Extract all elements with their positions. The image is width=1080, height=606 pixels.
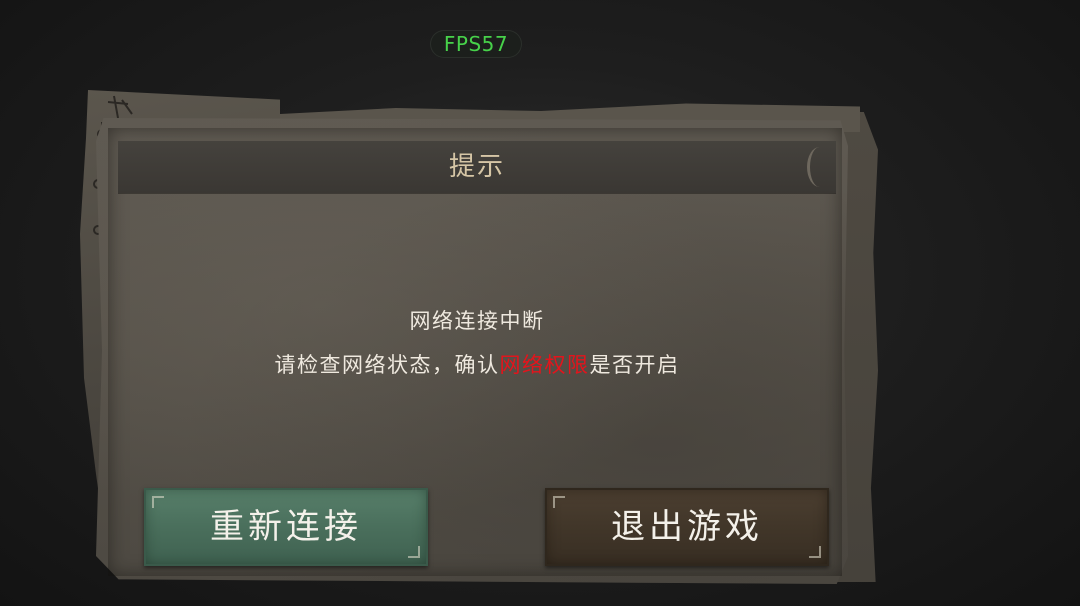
dialog-title: 提示 (448, 152, 505, 182)
message-line2-prefix: 请检查网络状态，确认 (274, 353, 500, 377)
reconnect-button[interactable]: 重新连接 (144, 488, 428, 566)
network-permission-highlight: 网络权限 (499, 353, 590, 377)
scroll-ornament-icon (807, 147, 832, 187)
reconnect-button-label: 重新连接 (210, 507, 362, 547)
fps-counter: FPS57 (430, 30, 522, 58)
message-line2-suffix: 是否开启 (589, 353, 680, 377)
message-network-disconnected: 网络连接中断 (409, 309, 545, 333)
button-corner-decoration (408, 546, 420, 558)
button-corner-decoration (809, 546, 821, 558)
message-check-network: 请检查网络状态，确认网络权限是否开启 (118, 349, 836, 379)
button-corner-decoration (152, 496, 164, 508)
dialog-title-bar: 提示 (118, 141, 836, 193)
game-screen: FPS57 提示 网络连接中断 请检查网络状态，确认网络权限是否开启 重新连接 … (0, 0, 1080, 606)
button-corner-decoration (553, 496, 565, 508)
exit-game-button-label: 退出游戏 (611, 507, 763, 547)
exit-game-button[interactable]: 退出游戏 (545, 488, 829, 566)
